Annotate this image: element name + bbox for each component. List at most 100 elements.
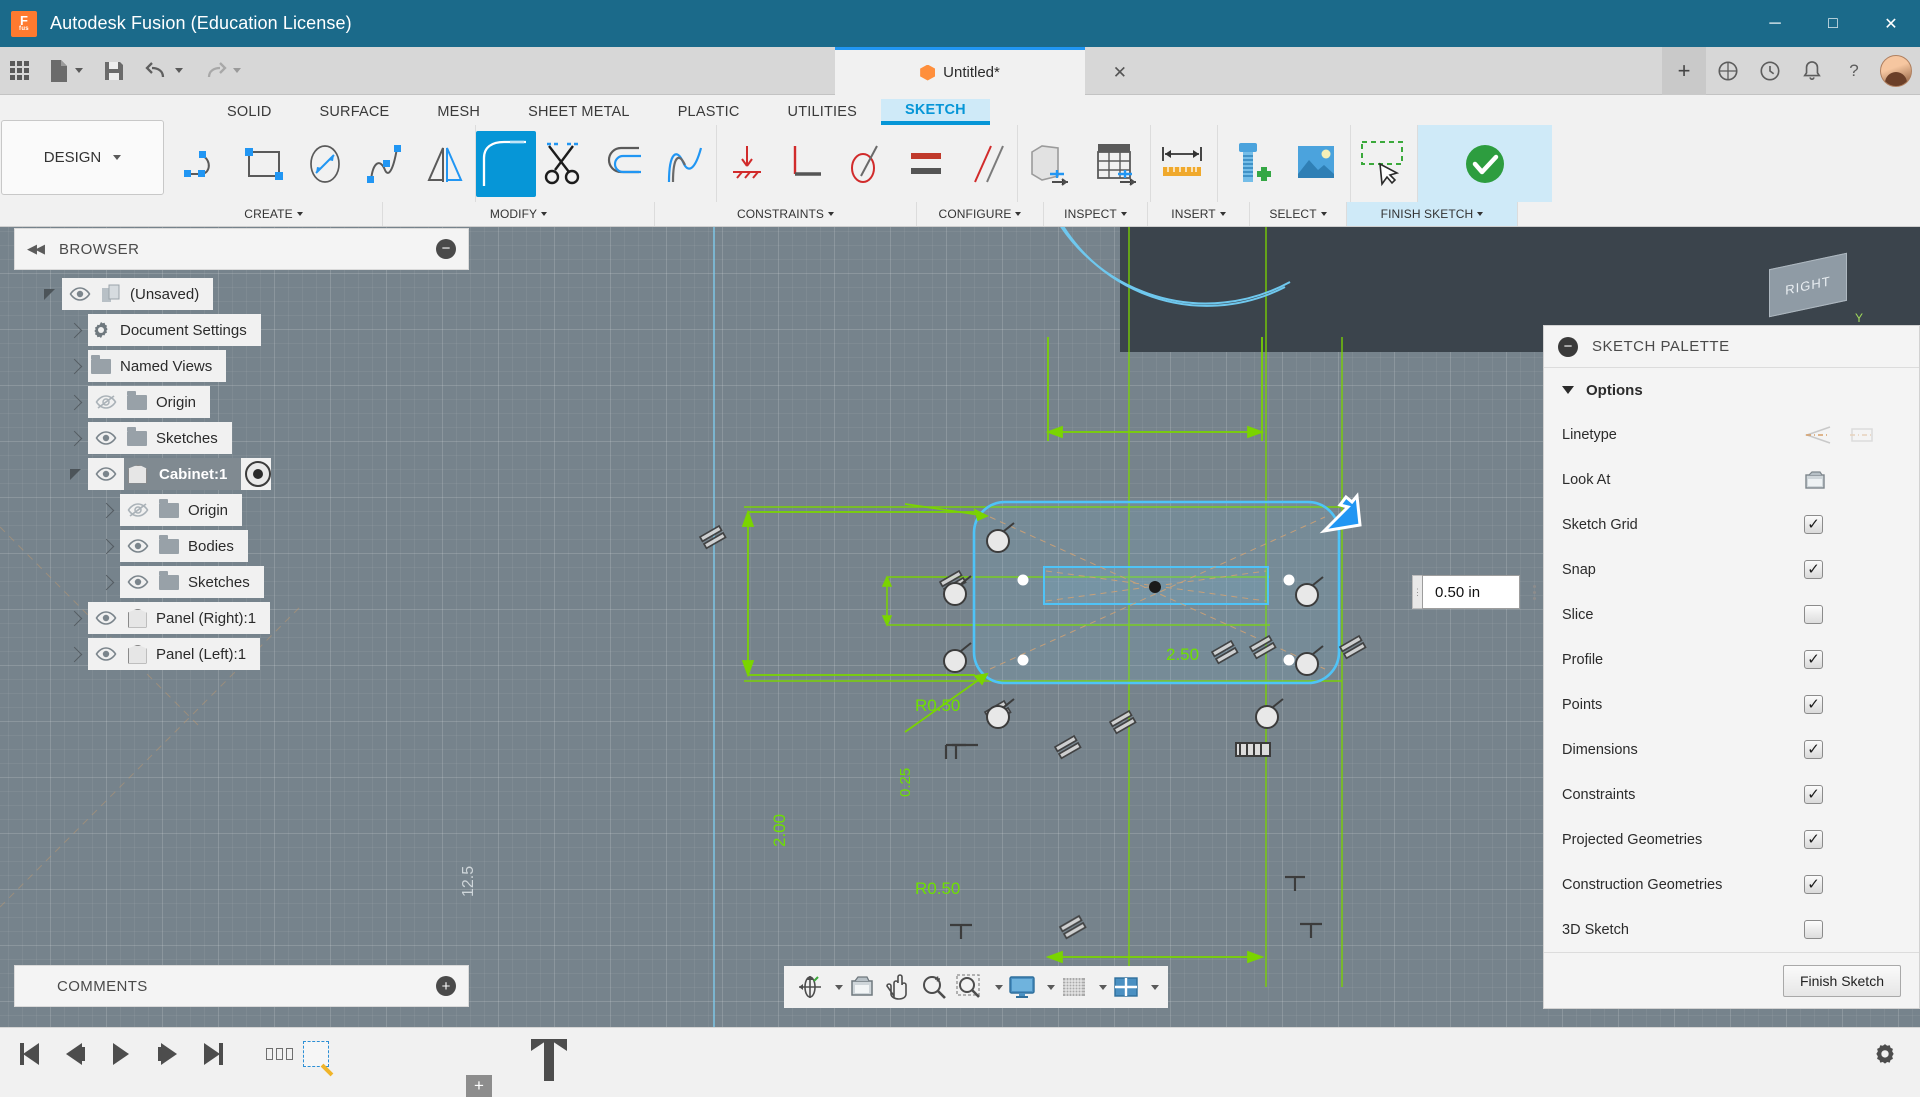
group-label-modify[interactable]: MODIFY xyxy=(383,202,655,226)
tree-row-panel-right[interactable]: Panel (Right):1 xyxy=(14,602,469,634)
visibility-eye-icon[interactable] xyxy=(62,278,98,310)
new-file-button[interactable] xyxy=(39,47,93,95)
expander-down-icon[interactable] xyxy=(36,278,62,310)
maximize-button[interactable]: □ xyxy=(1804,0,1862,47)
comments-panel[interactable]: COMMENTS + xyxy=(14,965,469,1007)
undo-button[interactable] xyxy=(135,47,193,95)
notifications-icon[interactable] xyxy=(1792,47,1832,95)
grid-settings-caret-icon[interactable] xyxy=(1099,984,1107,990)
checkbox-projected-geometries[interactable]: ✓ xyxy=(1804,830,1823,849)
expander-right-icon[interactable] xyxy=(62,386,88,418)
tree-row-cabinet-sketches[interactable]: Sketches xyxy=(14,566,469,598)
display-settings-button[interactable] xyxy=(1005,968,1039,1006)
step-back-button[interactable] xyxy=(56,1034,94,1074)
tree-row-cabinet-origin[interactable]: Origin xyxy=(14,494,469,526)
line-tool[interactable] xyxy=(175,131,235,197)
group-label-constraints[interactable]: CONSTRAINTS xyxy=(655,202,917,226)
viewports-button[interactable] xyxy=(1109,968,1143,1006)
palette-minimize-icon[interactable]: − xyxy=(1558,336,1578,357)
zoom-button[interactable] xyxy=(917,968,951,1006)
equal-constraint-tool[interactable] xyxy=(897,131,957,197)
recent-icon[interactable] xyxy=(1750,47,1790,95)
tab-utilities[interactable]: UTILITIES xyxy=(764,101,881,125)
tree-row-named-views[interactable]: Named Views xyxy=(14,350,469,382)
tab-sheet-metal[interactable]: SHEET METAL xyxy=(504,101,654,125)
linetype-centerline-icon[interactable] xyxy=(1804,424,1832,446)
visibility-eye-icon[interactable] xyxy=(88,422,124,454)
ground-constraint-tool[interactable] xyxy=(717,131,777,197)
checkbox-constraints[interactable]: ✓ xyxy=(1804,785,1823,804)
visibility-eye-hidden-icon[interactable] xyxy=(88,386,124,418)
rectangle-tool[interactable] xyxy=(235,131,295,197)
configure-table-tool[interactable] xyxy=(1084,131,1150,197)
checkbox-construction-geometries[interactable]: ✓ xyxy=(1804,875,1823,894)
pan-button[interactable] xyxy=(881,968,915,1006)
visibility-eye-icon[interactable] xyxy=(120,530,156,562)
tab-solid[interactable]: SOLID xyxy=(203,101,296,125)
timeline-playhead[interactable] xyxy=(531,1039,567,1081)
insert-mcmaster-tool[interactable] xyxy=(1218,131,1284,197)
bottom-fillet-radius[interactable]: R0.50 xyxy=(915,879,960,899)
tree-row-panel-left[interactable]: Panel (Left):1 xyxy=(14,638,469,670)
document-tab[interactable]: Untitled* ✕ xyxy=(835,47,1127,95)
checkbox-slice[interactable] xyxy=(1804,605,1823,624)
height-dimension[interactable]: 2.00 xyxy=(770,814,790,847)
snap-field-menu-icon[interactable] xyxy=(1520,575,1548,609)
snap-value-input[interactable]: 0.50 in xyxy=(1422,575,1520,609)
document-tab-close-icon[interactable]: ✕ xyxy=(1113,63,1127,83)
close-button[interactable]: ✕ xyxy=(1862,0,1920,47)
select-tool[interactable] xyxy=(1351,131,1417,197)
configure-part-tool[interactable] xyxy=(1018,131,1084,197)
step-forward-button[interactable] xyxy=(148,1034,186,1074)
group-label-finish-sketch[interactable]: FINISH SKETCH xyxy=(1347,202,1518,226)
group-label-insert[interactable]: INSERT xyxy=(1148,202,1250,226)
go-to-start-button[interactable] xyxy=(10,1034,48,1074)
go-to-end-button[interactable] xyxy=(194,1034,232,1074)
visibility-eye-hidden-icon[interactable] xyxy=(120,494,156,526)
insert-canvas-tool[interactable] xyxy=(1284,131,1350,197)
extensions-icon[interactable] xyxy=(1708,47,1748,95)
top-width-dimension[interactable]: 2.50 xyxy=(1166,645,1199,665)
visibility-eye-icon[interactable] xyxy=(88,458,124,490)
measure-tool[interactable] xyxy=(1151,131,1217,197)
look-at-button[interactable] xyxy=(845,968,879,1006)
timeline-add-icon[interactable]: + xyxy=(466,1075,492,1097)
finish-sketch-button[interactable]: Finish Sketch xyxy=(1782,964,1901,997)
zoom-window-button[interactable] xyxy=(953,968,987,1006)
browser-minimize-icon[interactable]: − xyxy=(436,239,456,259)
options-section-header[interactable]: Options xyxy=(1544,368,1919,412)
visibility-eye-icon[interactable] xyxy=(88,638,124,670)
components-marker-icon[interactable] xyxy=(266,1048,293,1060)
sketch-feature-icon[interactable] xyxy=(303,1041,329,1067)
snap-field-drag-handle[interactable]: ⋮ xyxy=(1412,575,1422,609)
tree-row-cabinet-bodies[interactable]: Bodies xyxy=(14,530,469,562)
comments-add-icon[interactable]: + xyxy=(436,976,456,996)
checkbox-3d-sketch[interactable] xyxy=(1804,920,1823,939)
visibility-eye-icon[interactable] xyxy=(88,602,124,634)
tree-row-unsaved[interactable]: (Unsaved) xyxy=(14,278,469,310)
app-grid-button[interactable] xyxy=(0,47,39,95)
circle-tool[interactable] xyxy=(295,131,355,197)
tree-row-cabinet[interactable]: Cabinet:1 xyxy=(14,458,469,490)
redo-button[interactable] xyxy=(193,47,251,95)
workspace-selector[interactable]: DESIGN xyxy=(1,120,164,195)
save-button[interactable] xyxy=(93,47,135,95)
checkbox-profile[interactable]: ✓ xyxy=(1804,650,1823,669)
fillet-tool[interactable] xyxy=(476,130,536,197)
checkbox-points[interactable]: ✓ xyxy=(1804,695,1823,714)
expander-right-icon[interactable] xyxy=(62,314,88,346)
help-icon[interactable]: ? xyxy=(1834,47,1874,95)
expander-right-icon[interactable] xyxy=(62,638,88,670)
viewports-caret-icon[interactable] xyxy=(1151,984,1159,990)
tab-plastic[interactable]: PLASTIC xyxy=(654,101,764,125)
tab-mesh[interactable]: MESH xyxy=(413,101,504,125)
user-avatar[interactable] xyxy=(1880,54,1912,87)
group-label-create[interactable]: CREATE xyxy=(165,202,383,226)
expander-right-icon[interactable] xyxy=(62,350,88,382)
checkbox-sketch-grid[interactable]: ✓ xyxy=(1804,515,1823,534)
play-button[interactable] xyxy=(102,1034,140,1074)
gear-icon[interactable] xyxy=(1872,1042,1898,1075)
expander-right-icon[interactable] xyxy=(94,566,120,598)
expander-right-icon[interactable] xyxy=(94,530,120,562)
linetype-construction-icon[interactable] xyxy=(1848,424,1876,446)
